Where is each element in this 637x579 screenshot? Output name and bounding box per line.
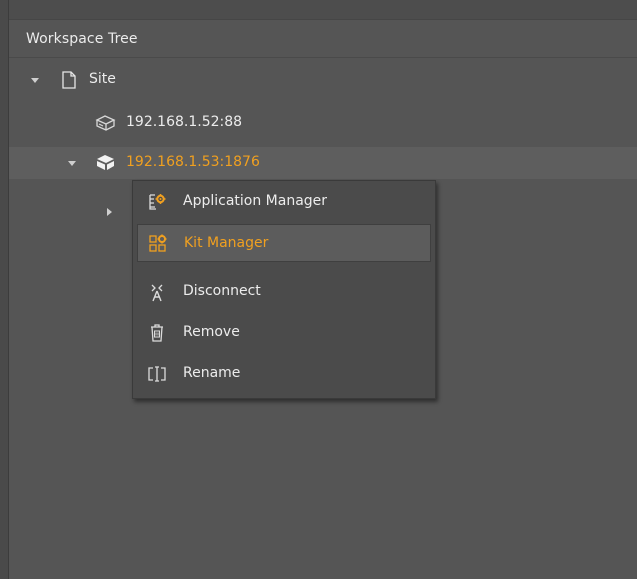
menu-item-label: Rename xyxy=(183,365,241,381)
server-outline-icon xyxy=(95,115,116,131)
menu-item-disconnect[interactable]: Disconnect xyxy=(137,273,431,311)
menu-item-remove[interactable]: Remove xyxy=(137,314,431,352)
workspace-tree-panel: Workspace Tree Site 192.168.1.52:88 192.… xyxy=(8,0,637,579)
menu-item-label: Disconnect xyxy=(183,283,261,299)
tree-node-label: 192.168.1.52:88 xyxy=(126,114,243,130)
menu-item-kit-manager[interactable]: Kit Manager xyxy=(137,224,431,262)
tree-node-site[interactable]: Site xyxy=(9,64,637,96)
panel-header: Workspace Tree xyxy=(9,20,637,58)
tree-node-label: 192.168.1.53:1876 xyxy=(126,154,260,170)
tree-node-host-disconnected[interactable]: 192.168.1.52:88 xyxy=(9,107,637,139)
menu-item-label: Remove xyxy=(183,324,240,340)
tree-node-label: Site xyxy=(89,71,116,87)
file-icon xyxy=(62,71,76,89)
kit-manager-icon xyxy=(149,234,167,252)
menu-item-application-manager[interactable]: Application Manager xyxy=(137,183,431,221)
expand-caret-icon[interactable] xyxy=(68,161,76,166)
expand-caret-icon[interactable] xyxy=(31,78,39,83)
rename-icon xyxy=(148,366,166,382)
application-manager-icon xyxy=(149,194,166,210)
trash-icon xyxy=(151,324,163,342)
menu-item-label: Application Manager xyxy=(183,193,328,209)
menu-item-label: Kit Manager xyxy=(184,235,269,251)
context-menu: Application Manager Kit Manager Disconne… xyxy=(132,180,436,399)
server-filled-icon xyxy=(97,155,114,170)
menu-item-rename[interactable]: Rename xyxy=(137,355,431,393)
collapsed-caret-icon[interactable] xyxy=(107,208,112,216)
tree-node-host-connected[interactable]: 192.168.1.53:1876 xyxy=(9,147,637,179)
disconnect-antenna-icon xyxy=(151,284,163,302)
panel-top-strip xyxy=(9,0,637,20)
panel-title: Workspace Tree xyxy=(26,31,138,47)
